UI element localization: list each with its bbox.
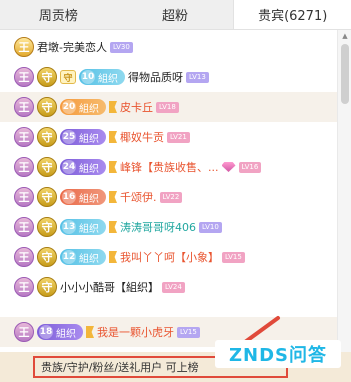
scrollbar[interactable]: ▲ xyxy=(337,30,351,352)
tab-vip[interactable]: 贵宾(6271) xyxy=(233,0,351,29)
flag-icon xyxy=(109,161,117,173)
shield-icon: 守 xyxy=(60,70,76,84)
list-item[interactable]: 王 守 小小小酷哥【組织】 LV24 xyxy=(0,272,351,302)
user-name: 我叫丫丫呵【小象】 xyxy=(120,251,219,264)
level-tag: LV13 xyxy=(186,71,209,83)
guard-icon: 守 xyxy=(37,217,57,237)
level-tag: LV30 xyxy=(109,41,133,53)
fan-label: 組织 xyxy=(79,163,99,175)
fan-level: 13 xyxy=(62,220,76,234)
user-name: 得物品质呀 xyxy=(128,71,183,84)
fan-badge: 10 組织 xyxy=(79,69,125,85)
fan-level: 25 xyxy=(62,130,76,144)
flag-icon xyxy=(109,191,117,203)
guard-icon: 守 xyxy=(37,277,57,297)
user-name: 峰锋【贵族收售、... xyxy=(120,161,219,174)
fan-badge: 24 組织 xyxy=(60,159,106,175)
tab-bar: 周贡榜 超粉 贵宾(6271) xyxy=(0,0,351,30)
fan-label: 組织 xyxy=(98,73,118,85)
user-name: 涛涛哥哥呀406 xyxy=(120,221,196,234)
guard-icon: 守 xyxy=(37,157,57,177)
fan-level: 16 xyxy=(62,190,76,204)
level-tag: LV24 xyxy=(162,281,185,293)
fan-level: 18 xyxy=(39,325,53,339)
fan-label: 組织 xyxy=(56,328,76,340)
tab-super-fans[interactable]: 超粉 xyxy=(117,0,234,29)
user-name: 君墩-完美恋人 xyxy=(37,41,107,54)
list-item[interactable]: 王 守 16 組织 千颂伊. LV22 xyxy=(0,182,351,212)
king-icon: 王 xyxy=(14,97,34,117)
level-tag: LV16 xyxy=(238,161,262,173)
scroll-up-icon[interactable]: ▲ xyxy=(338,30,351,42)
list-item[interactable]: 王 守 13 組织 涛涛哥哥呀406 LV10 xyxy=(0,212,351,242)
king-icon: 王 xyxy=(14,322,34,342)
fan-badge: 13 組织 xyxy=(60,219,106,235)
watermark: ZNDS问答 xyxy=(215,339,345,369)
list-item[interactable]: 王 守 24 組织 峰锋【贵族收售、... LV16 xyxy=(0,152,351,182)
fan-label: 組织 xyxy=(79,133,99,145)
king-icon: 王 xyxy=(14,187,34,207)
level-tag: LV21 xyxy=(167,131,190,143)
fan-badge: 25 組织 xyxy=(60,129,106,145)
level-tag: LV22 xyxy=(159,191,183,203)
level-tag: LV10 xyxy=(199,221,222,233)
king-icon: 王 xyxy=(14,67,34,87)
watermark-logo: ZNDS问答 xyxy=(215,340,341,368)
king-icon: 王 xyxy=(14,217,34,237)
fan-label: 組织 xyxy=(79,253,99,265)
fan-level: 12 xyxy=(62,250,76,264)
fan-level: 24 xyxy=(62,160,76,174)
king-icon: 王 xyxy=(14,127,34,147)
guard-icon: 守 xyxy=(37,247,57,267)
flag-icon xyxy=(109,101,117,113)
list-item[interactable]: 王 守 20 組织 皮卡丘 LV18 xyxy=(0,92,351,122)
level-tag: LV15 xyxy=(222,251,245,263)
guard-icon: 守 xyxy=(37,187,57,207)
crown-icon: 王 xyxy=(14,37,34,57)
fan-badge: 16 組织 xyxy=(60,189,106,205)
list-item[interactable]: 王 君墩-完美恋人 LV30 xyxy=(0,32,351,62)
fan-label: 組织 xyxy=(79,223,99,235)
user-name: 小小小酷哥【組织】 xyxy=(60,281,159,294)
list-item[interactable]: 王 守 25 組织 椰奴牛贡 LV21 xyxy=(0,122,351,152)
king-icon: 王 xyxy=(14,247,34,267)
king-icon: 王 xyxy=(14,277,34,297)
king-icon: 王 xyxy=(14,157,34,177)
fan-badge: 18 組织 xyxy=(37,324,83,340)
flag-icon xyxy=(109,131,117,143)
fan-label: 組织 xyxy=(79,103,99,115)
flag-icon xyxy=(86,326,94,338)
list-item[interactable]: 王 守 12 組织 我叫丫丫呵【小象】 LV15 xyxy=(0,242,351,272)
fan-badge: 12 組织 xyxy=(60,249,106,265)
fan-level: 10 xyxy=(81,70,95,84)
flag-icon xyxy=(109,251,117,263)
level-tag: LV18 xyxy=(156,101,179,113)
guard-icon: 守 xyxy=(37,67,57,87)
guard-icon: 守 xyxy=(37,97,57,117)
level-tag: LV15 xyxy=(177,326,200,338)
user-name: 千颂伊. xyxy=(120,191,157,204)
user-name: 皮卡丘 xyxy=(120,101,153,114)
tab-weekly-contribution[interactable]: 周贡榜 xyxy=(0,0,117,29)
fan-badge: 20 組织 xyxy=(60,99,106,115)
list-item[interactable]: 王 守 守 10 組织 得物品质呀 LV13 xyxy=(0,62,351,92)
guard-icon: 守 xyxy=(37,127,57,147)
scroll-thumb[interactable] xyxy=(341,44,349,104)
diamond-icon xyxy=(221,162,236,172)
user-name: 椰奴牛贡 xyxy=(120,131,164,144)
user-name: 我是一颗小虎牙 xyxy=(97,326,174,339)
flag-icon xyxy=(109,221,117,233)
fan-label: 組织 xyxy=(79,193,99,205)
vip-list: 王 君墩-完美恋人 LV30 王 守 守 10 組织 得物品质呀 LV13 王 … xyxy=(0,30,351,352)
fan-level: 20 xyxy=(62,100,76,114)
